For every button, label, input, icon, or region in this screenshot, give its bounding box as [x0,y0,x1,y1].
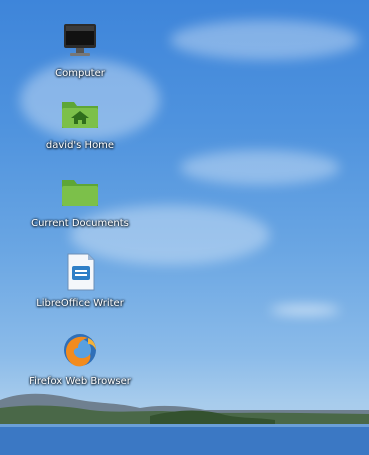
home-folder-icon [58,92,102,136]
icon-label: LibreOffice Writer [36,298,124,309]
desktop-icon-computer[interactable]: Computer [10,20,150,79]
icon-label: Firefox Web Browser [29,376,131,387]
desktop-icon-current-documents[interactable]: Current Documents [10,170,150,229]
libreoffice-writer-icon [58,250,102,294]
desktop-icon-home-folder[interactable]: david's Home [10,92,150,151]
desktop-icon-libreoffice-writer[interactable]: LibreOffice Writer [10,250,150,309]
desktop[interactable]: Computer david's Home Current Documents [0,0,369,455]
icon-label: Current Documents [31,218,129,229]
firefox-icon [58,328,102,372]
desktop-icon-firefox[interactable]: Firefox Web Browser [10,328,150,387]
icon-label: david's Home [45,140,115,151]
monitor-icon [58,20,102,64]
icon-label: Computer [55,68,105,79]
folder-icon [58,170,102,214]
